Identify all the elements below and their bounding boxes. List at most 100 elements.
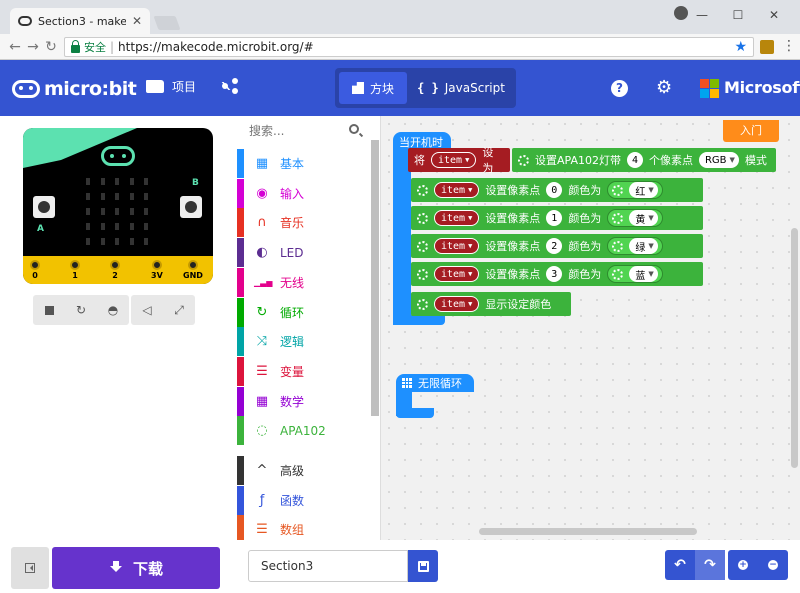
color-picker[interactable]: 黄 ▼ bbox=[607, 209, 663, 227]
pixel-index-input[interactable]: 0 bbox=[546, 182, 563, 198]
toolbox-category[interactable]: ⤨ 逻辑 bbox=[237, 327, 371, 357]
toolbox-category[interactable]: ☰ 变量 bbox=[237, 356, 371, 386]
color-dropdown[interactable]: 蓝 ▼ bbox=[629, 266, 658, 282]
help-icon[interactable]: ? bbox=[611, 80, 628, 97]
set-pixel-block[interactable]: item ▼ 设置像素点 2 颜色为 绿 ▼ bbox=[411, 234, 703, 258]
minimize-icon[interactable]: — bbox=[686, 4, 718, 26]
variable-dropdown[interactable]: item ▼ bbox=[434, 296, 480, 312]
pin-2[interactable]: 2 bbox=[110, 260, 120, 280]
button-a[interactable] bbox=[33, 196, 55, 218]
toolbox-category-label: 数学 bbox=[280, 394, 305, 409]
search-input[interactable] bbox=[249, 124, 345, 138]
microbit-simulator[interactable]: A B 0 1 2 3V GND bbox=[23, 128, 213, 284]
url-separator: | bbox=[110, 40, 115, 54]
reload-icon[interactable]: ↻ bbox=[42, 38, 60, 56]
extension-icon[interactable] bbox=[760, 40, 774, 54]
stop-button[interactable] bbox=[33, 295, 65, 325]
toolbox-category-label: 数组 bbox=[280, 523, 305, 538]
show-block[interactable]: item ▼ 显示设定颜色 bbox=[411, 292, 571, 316]
collapse-simulator-button[interactable] bbox=[11, 547, 49, 589]
zoom-out-button[interactable]: − bbox=[758, 550, 788, 580]
toolbox-category[interactable]: ∩ 音乐 bbox=[237, 208, 371, 238]
workspace-horizontal-scrollbar[interactable] bbox=[479, 528, 697, 535]
pin-1[interactable]: 1 bbox=[70, 260, 80, 280]
toolbox-category[interactable]: ▁▃▅ 无线 bbox=[237, 267, 371, 297]
address-bar[interactable]: 安全 | https://makecode.microbit.org/# ★ bbox=[64, 37, 754, 57]
url-text[interactable]: https://makecode.microbit.org/# bbox=[118, 40, 730, 54]
set-pixel-block[interactable]: item ▼ 设置像素点 0 颜色为 红 ▼ bbox=[411, 178, 703, 202]
microsoft-label[interactable]: Microsoft bbox=[724, 78, 800, 97]
toolbox-category[interactable]: ^ 高级 bbox=[237, 456, 371, 485]
button-b[interactable] bbox=[180, 196, 202, 218]
browser-menu-icon[interactable]: ⋮ bbox=[782, 38, 796, 54]
pixel-index-input[interactable]: 3 bbox=[546, 266, 563, 282]
tab-close-icon[interactable]: ✕ bbox=[132, 14, 142, 28]
search-icon[interactable] bbox=[349, 124, 359, 134]
toolbox-category[interactable]: ◉ 输入 bbox=[237, 178, 371, 208]
set-variable-block[interactable]: 将 item ▼ 设为 bbox=[408, 146, 510, 175]
variable-dropdown[interactable]: item ▼ bbox=[431, 152, 477, 168]
new-tab-button[interactable] bbox=[153, 16, 181, 30]
share-button[interactable] bbox=[222, 78, 238, 94]
pin-0[interactable]: 0 bbox=[30, 260, 40, 280]
pin-3v[interactable]: 3V bbox=[151, 260, 163, 280]
toolbox-category[interactable]: ƒ 函数 bbox=[237, 485, 371, 515]
toolbox: ▦ 基本 ◉ 输入 ∩ 音乐 ◐ LED ▁▃▅ 无线 ↻ 循环 ⤨ 逻辑 ☰ 变量 ▦ 数学 ◌ APA102 ^ 高级… bbox=[237, 116, 381, 545]
gear-icon[interactable]: ⚙ bbox=[656, 79, 674, 97]
project-name-input[interactable] bbox=[248, 550, 408, 582]
projects-button[interactable]: 项目 bbox=[146, 78, 196, 95]
browser-tab[interactable]: Section3 - makecode.m ✕ bbox=[10, 8, 150, 34]
variable-dropdown[interactable]: item ▼ bbox=[434, 210, 480, 226]
slowmo-button[interactable]: ◓ bbox=[97, 295, 129, 325]
pin-gnd[interactable]: GND bbox=[183, 260, 203, 280]
zoom-in-button[interactable]: + bbox=[728, 550, 758, 580]
redo-button[interactable]: ↷ bbox=[695, 550, 725, 580]
color-picker[interactable]: 绿 ▼ bbox=[607, 237, 663, 255]
getting-started-button[interactable]: 入门 bbox=[723, 120, 779, 142]
maximize-icon[interactable]: ☐ bbox=[722, 4, 754, 26]
toolbox-category[interactable]: ◌ APA102 bbox=[237, 416, 371, 446]
fullscreen-button[interactable]: ⤢ bbox=[163, 295, 195, 325]
restart-button[interactable]: ↻ bbox=[65, 295, 97, 325]
apa102-create-block[interactable]: 设置APA102灯带 4 个像素点 RGB ▼ 模式 bbox=[512, 148, 776, 172]
workspace-vertical-scrollbar[interactable] bbox=[791, 228, 798, 468]
strip-count-input[interactable]: 4 bbox=[626, 152, 643, 168]
set-pixel-block[interactable]: item ▼ 设置像素点 1 颜色为 黄 ▼ bbox=[411, 206, 703, 230]
set-pixel-block[interactable]: item ▼ 设置像素点 3 颜色为 蓝 ▼ bbox=[411, 262, 703, 286]
color-dropdown[interactable]: 黄 ▼ bbox=[629, 210, 658, 226]
pixel-index-input[interactable]: 2 bbox=[546, 238, 563, 254]
set-keyword: 将 bbox=[414, 154, 425, 167]
close-window-icon[interactable]: ✕ bbox=[758, 4, 790, 26]
apa102-icon bbox=[417, 298, 428, 310]
color-picker[interactable]: 红 ▼ bbox=[607, 181, 663, 199]
forward-icon[interactable]: → bbox=[24, 38, 42, 56]
download-button[interactable]: 下载 bbox=[52, 547, 220, 589]
color-is-label: 颜色为 bbox=[568, 240, 602, 253]
save-button[interactable] bbox=[408, 550, 438, 582]
pixel-index-input[interactable]: 1 bbox=[546, 210, 563, 226]
back-icon[interactable]: ← bbox=[6, 38, 24, 56]
forever-block[interactable]: 无限循环 bbox=[396, 374, 474, 392]
speaker-icon: ◁ bbox=[142, 303, 152, 317]
color-dropdown[interactable]: 绿 ▼ bbox=[629, 238, 658, 254]
bookmark-star-icon[interactable]: ★ bbox=[734, 39, 747, 55]
microsoft-logo-icon[interactable] bbox=[700, 79, 719, 98]
toolbox-category[interactable]: ↻ 循环 bbox=[237, 297, 371, 327]
target-icon: ◉ bbox=[256, 185, 268, 201]
variable-dropdown[interactable]: item ▼ bbox=[434, 182, 480, 198]
brand-logo[interactable]: micro:bit bbox=[12, 78, 137, 100]
undo-button[interactable]: ↶ bbox=[665, 550, 695, 580]
tab-blocks[interactable]: 方块 bbox=[339, 72, 407, 104]
variable-dropdown[interactable]: item ▼ bbox=[434, 238, 480, 254]
strip-mode-dropdown[interactable]: RGB ▼ bbox=[698, 152, 739, 168]
color-picker[interactable]: 蓝 ▼ bbox=[607, 265, 663, 283]
blocks-workspace[interactable]: 入门 当开机时 将 item ▼ 设为 设置APA102灯带 4 个像素点 RGB… bbox=[381, 116, 800, 540]
variable-dropdown[interactable]: item ▼ bbox=[434, 266, 480, 282]
color-dropdown[interactable]: 红 ▼ bbox=[629, 182, 658, 198]
toolbox-scrollbar[interactable] bbox=[371, 140, 379, 416]
tab-javascript[interactable]: { } JavaScript bbox=[411, 72, 511, 104]
toolbox-category[interactable]: ◐ LED bbox=[237, 238, 371, 268]
toolbox-category[interactable]: ▦ 基本 bbox=[237, 149, 371, 178]
toolbox-category[interactable]: ▦ 数学 bbox=[237, 386, 371, 416]
mute-button[interactable]: ◁ bbox=[131, 295, 163, 325]
